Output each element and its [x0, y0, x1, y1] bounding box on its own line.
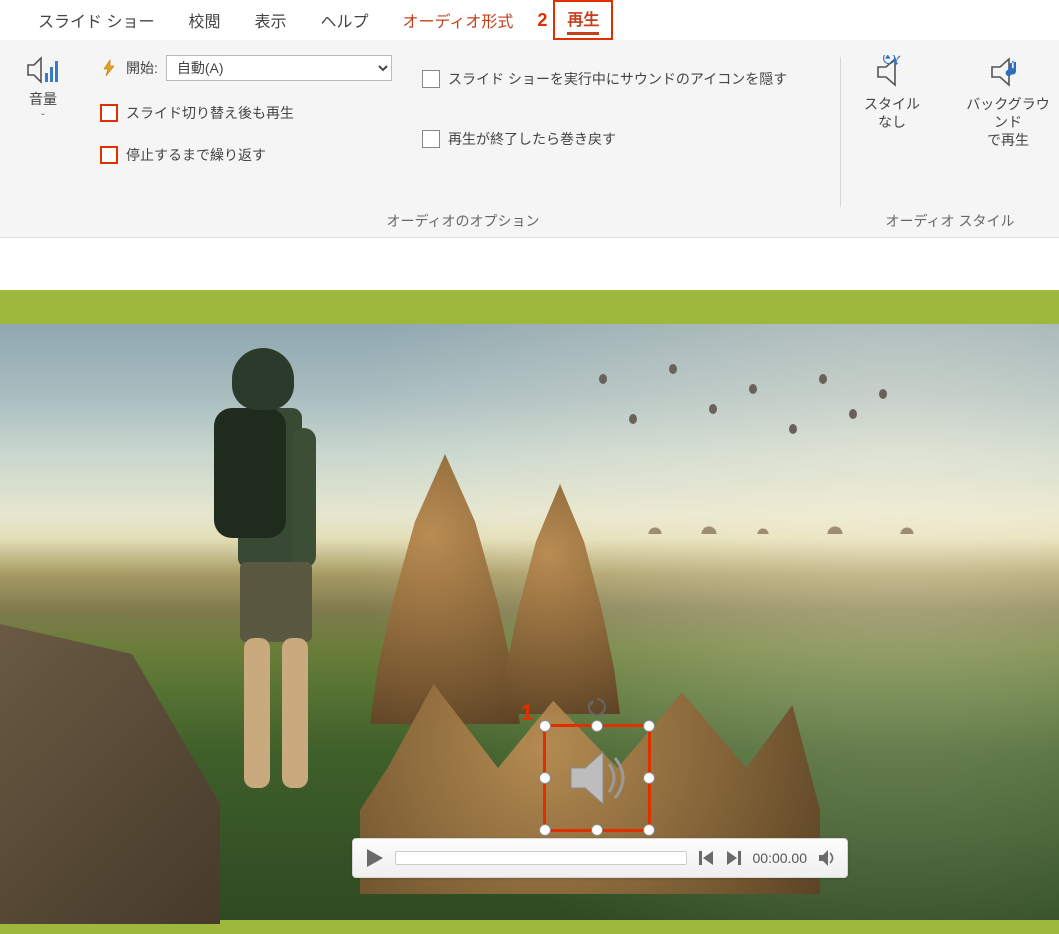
callout-label-1: 1: [521, 700, 533, 726]
group-audio-options-label: オーディオのオプション: [98, 205, 828, 231]
tab-view[interactable]: 表示: [254, 8, 286, 32]
skip-back-button[interactable]: [697, 849, 715, 867]
checkbox-icon: [100, 146, 118, 164]
group-volume: 音量 ˇ: [0, 45, 86, 237]
speaker-bars-icon: [26, 55, 60, 85]
group-audio-style: スタイル なし バックグラウンド で再生 オーディオ スタイル: [841, 45, 1059, 237]
start-select[interactable]: 自動(A): [166, 55, 392, 81]
selection-handle[interactable]: [539, 720, 551, 732]
ribbon: 音量 ˇ 開始: 自動(A) スライド切り替え後も再: [0, 40, 1059, 238]
group-audio-style-label: オーディオ スタイル: [853, 205, 1047, 231]
callout-box-1: [543, 724, 651, 832]
speaker-reset-icon: [872, 55, 912, 89]
decor-balloons: [589, 354, 909, 494]
checkbox-icon: [422, 70, 440, 88]
selection-handle[interactable]: [643, 772, 655, 784]
speaker-note-icon: [988, 55, 1028, 89]
decor-person: [200, 348, 340, 828]
checkbox-hide-icon[interactable]: スライド ショーを実行中にサウンドのアイコンを隠す: [422, 69, 808, 89]
selection-handle[interactable]: [591, 824, 603, 836]
tab-review[interactable]: 校閲: [188, 8, 220, 32]
lightning-icon: [100, 59, 118, 77]
selection-handle[interactable]: [539, 772, 551, 784]
chevron-down-icon: ˇ: [41, 113, 44, 124]
tab-slideshow[interactable]: スライド ショー: [38, 8, 154, 32]
play-button[interactable]: [363, 847, 385, 869]
audio-object[interactable]: 1: [545, 726, 649, 830]
tab-playback[interactable]: 再生: [567, 12, 599, 33]
group-volume-label: [12, 225, 74, 231]
tab-audio-format[interactable]: オーディオ形式: [403, 8, 514, 32]
callout-box-2: 再生: [553, 0, 613, 40]
tab-help[interactable]: ヘルプ: [320, 8, 368, 32]
callout-label-2: 2: [537, 10, 547, 31]
group-audio-options: 開始: 自動(A) スライド切り替え後も再生 停止するまで繰り返す ス: [86, 45, 840, 237]
style-label-line2: で再生: [960, 131, 1056, 149]
skip-forward-button[interactable]: [725, 849, 743, 867]
start-row: 開始: 自動(A): [100, 55, 392, 81]
volume-label: 音量: [29, 89, 57, 109]
selection-handle[interactable]: [539, 824, 551, 836]
workspace-gap: [0, 238, 1059, 290]
checkbox-icon: [100, 104, 118, 122]
selection-handle[interactable]: [643, 824, 655, 836]
checkbox-label: スライド ショーを実行中にサウンドのアイコンを隠す: [448, 69, 787, 89]
progress-bar[interactable]: [395, 851, 687, 865]
checkbox-loop-until[interactable]: 停止するまで繰り返す: [100, 145, 392, 165]
selection-handle[interactable]: [643, 720, 655, 732]
volume-button-small[interactable]: [817, 848, 837, 868]
background-play-button[interactable]: バックグラウンド で再生: [960, 55, 1056, 150]
checkbox-icon: [422, 130, 440, 148]
checkbox-rewind[interactable]: 再生が終了したら巻き戻す: [422, 129, 808, 149]
rotate-handle-icon[interactable]: [586, 696, 608, 718]
checkbox-label: 停止するまで繰り返す: [126, 145, 266, 165]
slide[interactable]: [0, 324, 1059, 920]
style-label-line1: スタイル: [864, 95, 920, 113]
start-label: 開始:: [126, 58, 158, 78]
checkbox-play-across[interactable]: スライド切り替え後も再生: [100, 103, 392, 123]
volume-button[interactable]: 音量 ˇ: [13, 55, 73, 225]
time-display: 00:00.00: [753, 850, 808, 866]
style-label-line2: なし: [864, 113, 920, 131]
ribbon-tabs: スライド ショー 校閲 表示 ヘルプ オーディオ形式 2 再生: [0, 0, 1059, 40]
checkbox-label: スライド切り替え後も再生: [126, 103, 294, 123]
style-label-line1: バックグラウンド: [960, 95, 1056, 131]
checkbox-label: 再生が終了したら巻き戻す: [448, 129, 616, 149]
audio-player: 00:00.00: [352, 838, 848, 878]
selection-handle[interactable]: [591, 720, 603, 732]
no-style-button[interactable]: スタイル なし: [844, 55, 940, 131]
